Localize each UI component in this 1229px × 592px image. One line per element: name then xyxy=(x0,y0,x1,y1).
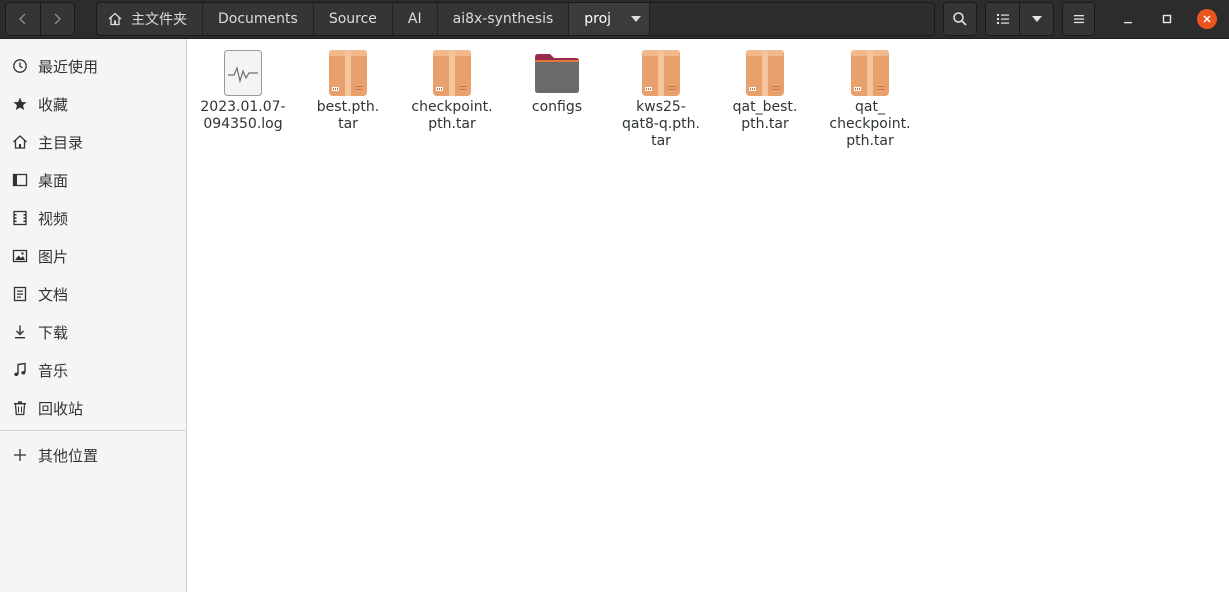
view-toggle xyxy=(985,2,1054,36)
clock-icon xyxy=(13,59,27,73)
minimize-icon xyxy=(1124,22,1132,24)
file-name: configs xyxy=(531,99,583,115)
archive-file-icon xyxy=(746,50,784,96)
sidebar-item-label: 主目录 xyxy=(38,133,84,152)
sidebar-item-label: 文档 xyxy=(38,285,69,304)
sidebar-item-label: 回收站 xyxy=(38,399,84,418)
sidebar-item-other-locations[interactable]: 其他位置 xyxy=(0,437,186,473)
folder-icon xyxy=(535,54,579,93)
path-bar-empty xyxy=(650,3,934,35)
desktop-icon xyxy=(12,173,28,187)
minimize-button[interactable] xyxy=(1118,9,1138,29)
sidebar-item-label: 图片 xyxy=(38,247,69,266)
file-name: qat_ checkpoint. pth.tar xyxy=(829,99,911,149)
archive-file-icon xyxy=(851,50,889,96)
search-button[interactable] xyxy=(943,2,977,36)
picture-icon xyxy=(12,249,28,263)
sidebar-item-music[interactable]: 音乐 xyxy=(0,352,186,388)
sidebar-item-label: 桌面 xyxy=(38,171,69,190)
sidebar-item-label: 视频 xyxy=(38,209,69,228)
chevron-left-icon xyxy=(18,13,26,25)
header-bar: 主文件夹 Documents Source AI ai8x-synthesis … xyxy=(0,0,1229,39)
file-name: best.pth. tar xyxy=(316,99,380,132)
video-icon xyxy=(13,210,27,226)
close-button[interactable] xyxy=(1197,9,1217,29)
archive-file-icon xyxy=(329,50,367,96)
file-name: qat_best. pth.tar xyxy=(732,99,798,132)
breadcrumb-ai[interactable]: AI xyxy=(393,3,438,35)
forward-button[interactable] xyxy=(39,3,75,35)
view-options-button[interactable] xyxy=(1019,3,1053,35)
sidebar-item-desktop[interactable]: 桌面 xyxy=(0,162,186,198)
sidebar-item-starred[interactable]: 收藏 xyxy=(0,86,186,122)
menu-button[interactable] xyxy=(1062,2,1095,36)
sidebar-item-label: 收藏 xyxy=(38,95,69,114)
caret-down-icon xyxy=(631,16,642,22)
file-item[interactable]: 2023.01.07- 094350.log xyxy=(195,49,291,133)
list-view-button[interactable] xyxy=(986,3,1019,35)
maximize-button[interactable] xyxy=(1157,9,1177,29)
sidebar: 最近使用 收藏 主目录 桌面 视频 图片 文档 下载 音乐 回收站 其他位置 xyxy=(0,39,187,592)
sidebar-item-pictures[interactable]: 图片 xyxy=(0,238,186,274)
maximize-icon xyxy=(1162,14,1172,24)
navigation-buttons xyxy=(5,2,75,36)
file-view: 2023.01.07- 094350.log best.pth. tar che… xyxy=(188,39,1229,592)
caret-down-icon xyxy=(1031,16,1042,22)
music-icon xyxy=(14,362,26,376)
chevron-right-icon xyxy=(54,13,62,25)
home-icon xyxy=(13,135,27,149)
breadcrumb-proj[interactable]: proj xyxy=(569,3,651,35)
list-view-icon xyxy=(996,14,1009,24)
sidebar-item-label: 音乐 xyxy=(38,361,69,380)
back-button[interactable] xyxy=(6,3,40,35)
download-icon xyxy=(15,325,25,339)
file-item[interactable]: checkpoint. pth.tar xyxy=(404,49,500,133)
breadcrumb-label: Source xyxy=(328,11,377,27)
sidebar-divider xyxy=(0,430,186,431)
file-item[interactable]: qat_best. pth.tar xyxy=(717,49,813,133)
breadcrumb-label: proj xyxy=(584,11,612,27)
sidebar-item-downloads[interactable]: 下载 xyxy=(0,314,186,350)
breadcrumb-source[interactable]: Source xyxy=(314,3,393,35)
file-name: 2023.01.07- 094350.log xyxy=(200,99,286,132)
breadcrumb-label: Documents xyxy=(218,11,298,27)
archive-file-icon xyxy=(642,50,680,96)
breadcrumb-label: ai8x-synthesis xyxy=(452,11,554,27)
star-icon xyxy=(13,97,27,110)
plus-icon xyxy=(14,449,26,461)
path-bar: 主文件夹 Documents Source AI ai8x-synthesis … xyxy=(96,2,935,36)
file-name: kws25- qat8-q.pth. tar xyxy=(622,99,700,149)
log-file-icon xyxy=(224,50,262,96)
file-item[interactable]: kws25- qat8-q.pth. tar xyxy=(613,49,709,150)
archive-file-icon xyxy=(433,50,471,96)
sidebar-item-videos[interactable]: 视频 xyxy=(0,200,186,236)
sidebar-item-documents[interactable]: 文档 xyxy=(0,276,186,312)
sidebar-item-label: 下载 xyxy=(38,323,69,342)
breadcrumb-documents[interactable]: Documents xyxy=(203,3,314,35)
document-icon xyxy=(13,286,27,302)
home-icon xyxy=(108,12,122,26)
breadcrumb-ai8x-synthesis[interactable]: ai8x-synthesis xyxy=(438,3,570,35)
close-icon xyxy=(1203,15,1211,23)
breadcrumb-label: AI xyxy=(407,11,422,27)
sidebar-item-home[interactable]: 主目录 xyxy=(0,124,186,160)
breadcrumb-home[interactable]: 主文件夹 xyxy=(97,3,203,35)
sidebar-item-recent[interactable]: 最近使用 xyxy=(0,48,186,84)
sidebar-item-trash[interactable]: 回收站 xyxy=(0,390,186,426)
file-item[interactable]: qat_ checkpoint. pth.tar xyxy=(822,49,918,150)
breadcrumb-label: 主文件夹 xyxy=(131,12,187,28)
file-name: checkpoint. pth.tar xyxy=(411,99,493,132)
sidebar-item-label: 其他位置 xyxy=(38,446,99,465)
sidebar-item-label: 最近使用 xyxy=(38,57,99,76)
folder-item[interactable]: configs xyxy=(509,49,605,116)
hamburger-menu-icon xyxy=(1073,15,1084,24)
search-icon xyxy=(953,12,967,26)
trash-icon xyxy=(14,401,26,416)
file-item[interactable]: best.pth. tar xyxy=(300,49,396,133)
